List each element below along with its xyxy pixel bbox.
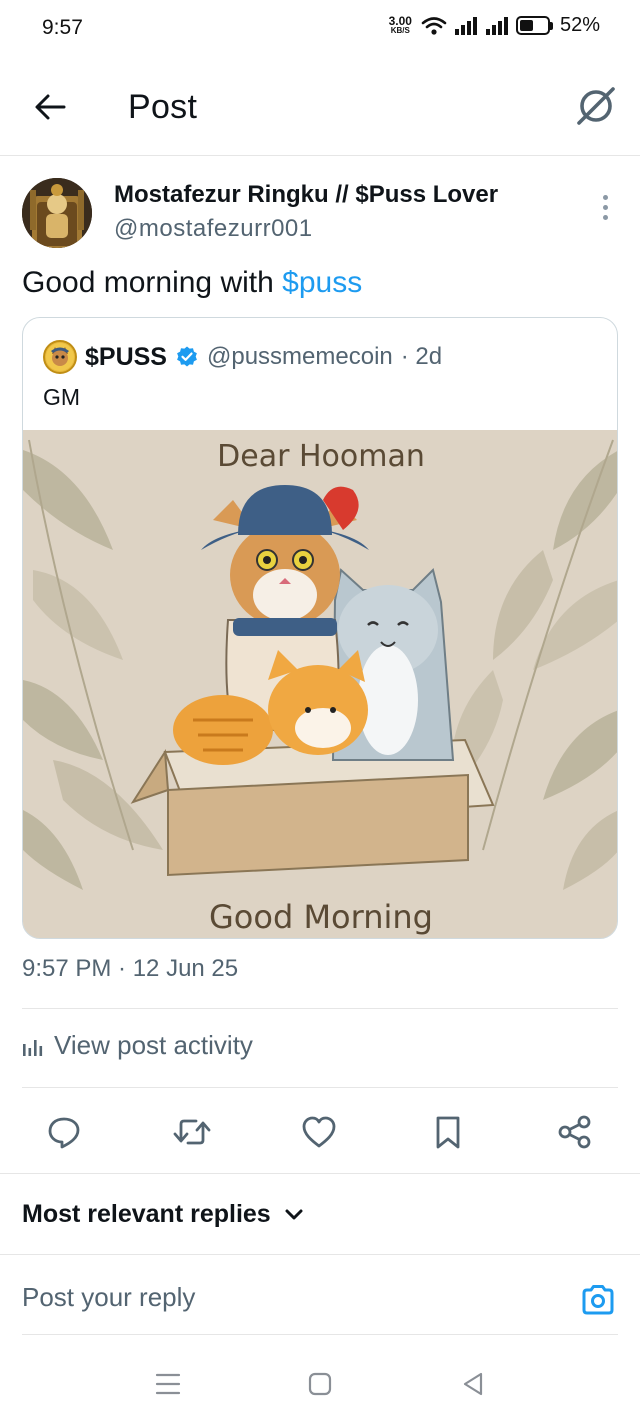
- post-body-text: Good morning with: [22, 266, 283, 299]
- repost-button[interactable]: [168, 1108, 216, 1156]
- post-action-bar: [0, 1108, 640, 1156]
- battery-icon: [515, 16, 553, 35]
- reply-input[interactable]: [22, 1282, 542, 1313]
- post-text: Good morning with $puss: [22, 266, 362, 300]
- grok-button[interactable]: [574, 84, 618, 128]
- quoted-post-image[interactable]: Dear Hooman Good Morning: [23, 430, 617, 938]
- author-name[interactable]: Mostafezur Ringku // $Puss Lover: [114, 181, 498, 209]
- image-top-caption: Dear Hooman: [217, 439, 425, 474]
- top-app-bar: Post: [0, 58, 640, 156]
- author-handle[interactable]: @mostafezurr001: [114, 215, 313, 243]
- divider: [22, 1087, 618, 1088]
- bookmark-button[interactable]: [424, 1108, 472, 1156]
- cashtag-link[interactable]: $puss: [282, 266, 362, 299]
- status-indicators: 3.00 KB/S 52%: [389, 14, 600, 37]
- status-time: 9:57: [42, 16, 83, 39]
- analytics-icon: [23, 1039, 43, 1056]
- signal-icon: [485, 16, 508, 35]
- triangle-back-icon: [463, 1372, 483, 1396]
- image-bottom-caption: Good Morning: [209, 898, 433, 936]
- like-button[interactable]: [295, 1108, 343, 1156]
- view-post-activity-link[interactable]: View post activity: [22, 1030, 253, 1061]
- quoted-post-text: GM: [43, 384, 81, 410]
- signal-icon: [454, 16, 477, 35]
- quoted-post-header: $PUSS @pussmemecoin · 2d: [43, 340, 442, 374]
- status-bar: 9:57 3.00 KB/S 52%: [0, 0, 640, 58]
- battery-percent: 52%: [559, 14, 600, 36]
- network-speed-unit: KB/S: [390, 25, 410, 35]
- divider: [0, 1254, 640, 1255]
- verified-badge-icon: [177, 346, 197, 367]
- home-square-icon: [308, 1372, 332, 1396]
- chevron-down-icon: [285, 1209, 303, 1219]
- network-speed-value: 3.00: [388, 13, 412, 28]
- quoted-post-age: · 2d: [400, 343, 443, 370]
- reply-icon: [48, 1117, 80, 1149]
- post-timestamp: 9:57 PM · 12 Jun 25: [22, 955, 239, 982]
- bookmark-icon: [436, 1116, 460, 1149]
- menu-icon: [155, 1373, 181, 1395]
- avatar-image: [22, 178, 92, 248]
- back-nav-button[interactable]: [453, 1368, 493, 1400]
- page-title: Post: [128, 88, 198, 126]
- divider: [22, 1334, 618, 1335]
- system-navigation-bar: [0, 1340, 640, 1422]
- arrow-left-icon: [35, 94, 66, 120]
- home-button[interactable]: [300, 1368, 340, 1400]
- reply-button[interactable]: [40, 1108, 88, 1156]
- repost-icon: [173, 1119, 211, 1145]
- reply-composer: [0, 1262, 640, 1334]
- view-post-activity-label: View post activity: [54, 1030, 253, 1060]
- cats-in-box-illustration: Dear Hooman Good Morning: [23, 430, 617, 938]
- post-author: Mostafezur Ringku // $Puss Lover @mostaf…: [0, 176, 640, 252]
- divider: [0, 1173, 640, 1174]
- quoted-avatar: [43, 340, 77, 374]
- divider: [22, 1008, 618, 1009]
- quoted-author-handle: @pussmemecoin: [206, 343, 393, 370]
- reply-sort-dropdown[interactable]: Most relevant replies: [22, 1200, 303, 1229]
- quoted-author-name: $PUSS: [85, 342, 167, 371]
- share-icon: [558, 1115, 591, 1149]
- heart-icon: [302, 1116, 336, 1148]
- wifi-icon: [421, 16, 447, 35]
- quoted-post[interactable]: $PUSS @pussmemecoin · 2d GM Dear Hooman …: [22, 317, 618, 939]
- reply-sort-label: Most relevant replies: [22, 1200, 271, 1228]
- back-button[interactable]: [28, 85, 72, 129]
- grok-icon: [577, 87, 615, 125]
- avatar[interactable]: [22, 178, 92, 248]
- share-button[interactable]: [551, 1108, 599, 1156]
- recent-apps-button[interactable]: [148, 1368, 188, 1400]
- more-options-icon[interactable]: [590, 190, 620, 224]
- camera-button[interactable]: [578, 1280, 618, 1320]
- network-speed: 3.00 KB/S: [388, 13, 412, 35]
- camera-icon: [582, 1285, 614, 1315]
